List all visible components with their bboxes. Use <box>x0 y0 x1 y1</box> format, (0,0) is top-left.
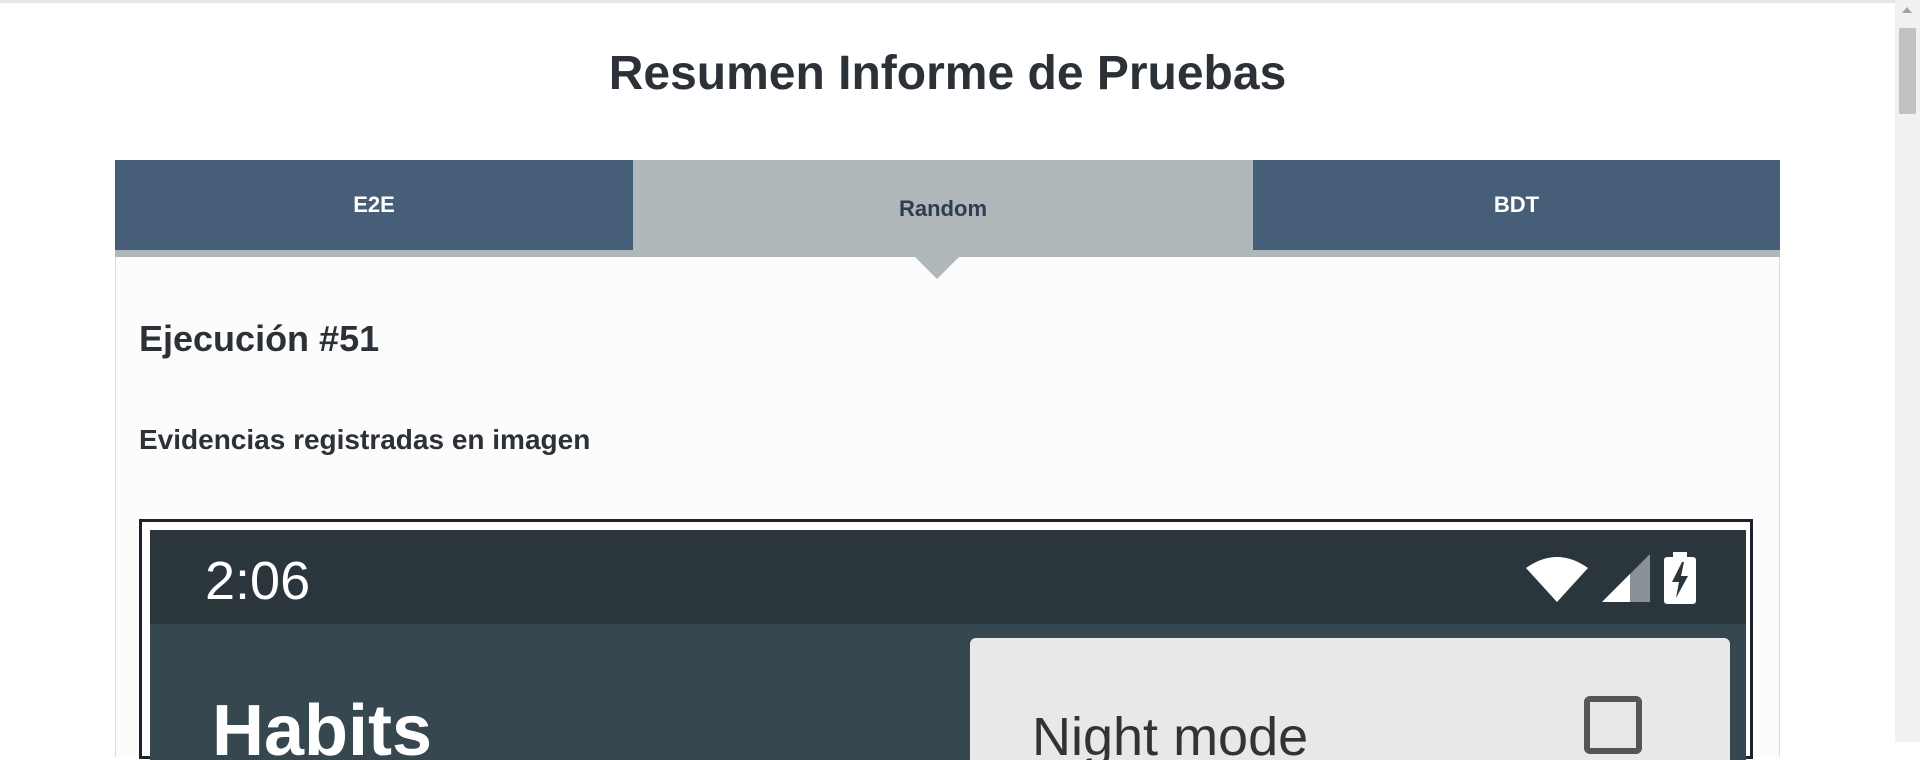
cell-signal-icon <box>1602 554 1650 602</box>
tab-random[interactable]: Random <box>633 160 1253 257</box>
evidence-heading: Evidencias registradas en imagen <box>139 424 591 455</box>
tab-bdt[interactable]: BDT <box>1253 160 1780 250</box>
phone-status-bar: 2:06 <box>150 530 1746 624</box>
phone-clock: 2:06 <box>205 551 311 611</box>
wifi-icon <box>1526 557 1588 602</box>
vertical-scrollbar[interactable] <box>1895 0 1920 742</box>
tab-e2e[interactable]: E2E <box>115 160 633 250</box>
page-title: Resumen Informe de Pruebas <box>608 47 1287 100</box>
phone-status-icons <box>1526 552 1696 604</box>
night-mode-checkbox <box>1584 696 1642 754</box>
menu-item-night-mode: Night mode <box>1032 707 1309 760</box>
tab-underline <box>115 250 1780 257</box>
top-border <box>0 0 1895 3</box>
run-title: Ejecución #51 <box>139 318 380 359</box>
report-tabs: E2E Random BDT <box>115 160 1780 257</box>
active-tab-pointer <box>915 257 959 279</box>
scroll-thumb[interactable] <box>1899 28 1916 114</box>
evidence-screenshot: 2:06 Habits Night mode <box>150 530 1746 760</box>
app-title: Habits <box>212 691 433 760</box>
battery-charging-icon <box>1664 552 1696 604</box>
scroll-up-arrow-icon[interactable] <box>1902 7 1912 13</box>
